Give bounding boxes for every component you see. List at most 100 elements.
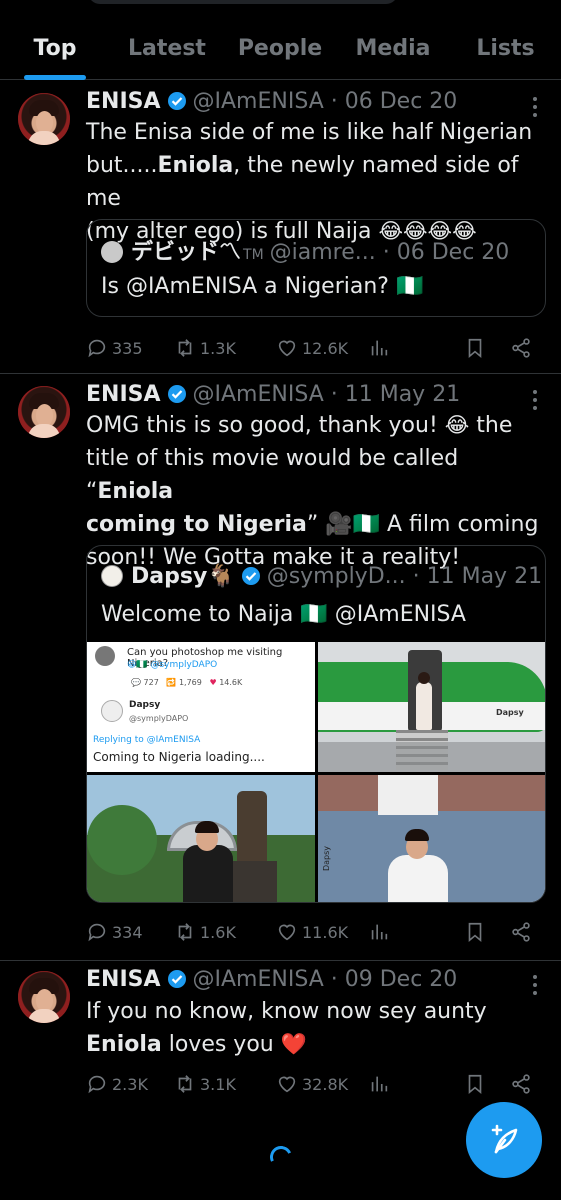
author-name[interactable]: ENISA xyxy=(86,967,161,992)
retweet-count: 3.1K xyxy=(200,1074,236,1094)
reply-count: 2.3K xyxy=(112,1074,148,1094)
share-icon xyxy=(512,922,530,942)
media-grid[interactable]: Can you photoshop me visiting Nigeria? 😆… xyxy=(87,642,545,902)
quote-date: · 06 Dec 20 xyxy=(382,240,510,265)
quote-author-handle: @iamre... xyxy=(269,240,376,265)
author-handle[interactable]: @IAmENISA xyxy=(193,967,324,992)
reply-button[interactable]: 335 xyxy=(86,333,143,363)
like-button[interactable]: 32.8K xyxy=(276,1069,348,1099)
tweet-date[interactable]: · 11 May 21 xyxy=(331,382,460,407)
reply-icon xyxy=(88,923,106,942)
retweet-icon xyxy=(178,1075,192,1093)
share-button[interactable] xyxy=(510,1069,532,1099)
bookmark-button[interactable] xyxy=(464,1069,486,1099)
quote-text: Welcome to Naija 🇳🇬 @IAmENISA xyxy=(101,602,466,627)
screenshot-handle: 😆🇳🇬 @symplyDAPO xyxy=(127,660,218,670)
reply-icon xyxy=(88,1075,106,1094)
tweet-actions: 334 1.6K 11.6K xyxy=(86,917,536,947)
reply-button[interactable]: 334 xyxy=(86,917,143,947)
tab-media[interactable]: Media xyxy=(336,24,450,79)
views-button[interactable] xyxy=(368,917,390,947)
trademark-label: TM xyxy=(243,247,264,263)
tab-lists[interactable]: Lists xyxy=(450,24,561,79)
bookmark-button[interactable] xyxy=(464,917,486,947)
tweet[interactable]: ENISA @IAmENISA · 09 Dec 20 If you no kno… xyxy=(0,961,561,1113)
tweet[interactable]: ENISA @IAmENISA · 11 May 21 OMG this is s… xyxy=(0,374,561,961)
views-icon xyxy=(371,1076,388,1092)
bookmark-icon xyxy=(468,338,482,359)
quote-header: デビッド〽 TM @iamre... · 06 Dec 20 xyxy=(101,234,509,266)
quoted-tweet[interactable]: Dapsy🐐 @symplyD... · 11 May 21 Welcome to… xyxy=(86,545,546,903)
views-button[interactable] xyxy=(368,333,390,363)
media-monument-photo[interactable]: Dapsy xyxy=(318,775,545,902)
tweet-date[interactable]: · 09 Dec 20 xyxy=(331,967,458,992)
quote-avatar xyxy=(101,565,123,587)
share-icon xyxy=(512,1074,530,1094)
screenshot-replying-to: Replying to @IAmENISA xyxy=(93,735,201,745)
retweet-button[interactable]: 1.3K xyxy=(174,333,236,363)
media-plane-photo[interactable]: Dapsy xyxy=(318,642,545,772)
tweet-text: If you no know, know now sey aunty Eniol… xyxy=(86,999,487,1057)
retweet-icon xyxy=(178,923,192,941)
search-bar-edge[interactable] xyxy=(88,0,398,4)
bookmark-button[interactable] xyxy=(464,333,486,363)
quote-header: Dapsy🐐 @symplyD... · 11 May 21 xyxy=(101,564,542,589)
tweet-date[interactable]: · 06 Dec 20 xyxy=(331,89,458,114)
quoted-tweet[interactable]: デビッド〽 TM @iamre... · 06 Dec 20 Is @IAmENIS… xyxy=(86,219,546,317)
media-screenshot[interactable]: Can you photoshop me visiting Nigeria? 😆… xyxy=(87,642,315,772)
bookmark-icon xyxy=(468,922,482,943)
author-handle[interactable]: @IAmENISA xyxy=(193,89,324,114)
media-stadium-photo[interactable] xyxy=(87,775,315,902)
screenshot-reply-handle: @symplyDAPO xyxy=(129,714,189,723)
plane-watermark: Dapsy xyxy=(496,708,524,717)
tweet-header: ENISA @IAmENISA · 11 May 21 xyxy=(86,382,460,407)
quote-author-name: Dapsy🐐 xyxy=(131,564,235,589)
verified-badge-icon xyxy=(167,970,186,988)
verified-badge-icon xyxy=(167,385,186,403)
author-handle[interactable]: @IAmENISA xyxy=(193,382,324,407)
share-button[interactable] xyxy=(510,917,532,947)
compose-icon xyxy=(491,1124,518,1154)
screenshot-reply-text: Coming to Nigeria loading.... xyxy=(93,750,265,764)
compose-button[interactable] xyxy=(466,1102,542,1178)
retweet-count: 1.3K xyxy=(200,338,236,358)
like-count: 32.8K xyxy=(302,1074,349,1094)
heart-icon xyxy=(278,340,296,357)
avatar[interactable] xyxy=(18,93,70,145)
tab-indicator xyxy=(24,75,86,80)
like-button[interactable]: 12.6K xyxy=(276,333,348,363)
retweet-button[interactable]: 3.1K xyxy=(174,1069,236,1099)
share-icon xyxy=(512,338,530,358)
tab-latest[interactable]: Latest xyxy=(110,24,224,79)
views-button[interactable] xyxy=(368,1069,390,1099)
like-button[interactable]: 11.6K xyxy=(276,917,348,947)
tweet-header: ENISA @IAmENISA · 09 Dec 20 xyxy=(86,967,457,992)
avatar[interactable] xyxy=(18,386,70,438)
quote-text: Is @IAmENISA a Nigerian? 🇳🇬 xyxy=(101,274,424,299)
avatar[interactable] xyxy=(18,971,70,1023)
bookmark-icon xyxy=(468,1074,482,1095)
like-count: 12.6K xyxy=(302,338,349,358)
verified-badge-icon xyxy=(241,567,260,585)
tweet-header: ENISA @IAmENISA · 06 Dec 20 xyxy=(86,89,457,114)
retweet-button[interactable]: 1.6K xyxy=(174,917,236,947)
heart-icon xyxy=(278,1076,296,1093)
author-name[interactable]: ENISA xyxy=(86,382,161,407)
reply-button[interactable]: 2.3K xyxy=(86,1069,148,1099)
verified-badge-icon xyxy=(167,92,186,110)
tweet[interactable]: ENISA @IAmENISA · 06 Dec 20 The Enisa sid… xyxy=(0,81,561,374)
tab-bar: Top Latest People Media Lists xyxy=(0,24,561,80)
screenshot-avatar xyxy=(95,646,115,666)
views-icon xyxy=(371,340,388,356)
views-icon xyxy=(371,924,388,940)
loading-spinner-icon xyxy=(266,1142,296,1172)
heart-icon xyxy=(278,924,296,941)
reply-count: 335 xyxy=(112,338,143,358)
quote-date: · 11 May 21 xyxy=(412,564,543,589)
tweet-actions: 2.3K 3.1K 32.8K xyxy=(86,1069,536,1099)
like-count: 11.6K xyxy=(302,922,349,942)
tab-top[interactable]: Top xyxy=(0,24,110,80)
author-name[interactable]: ENISA xyxy=(86,89,161,114)
share-button[interactable] xyxy=(510,333,532,363)
tab-people[interactable]: People xyxy=(224,24,336,79)
